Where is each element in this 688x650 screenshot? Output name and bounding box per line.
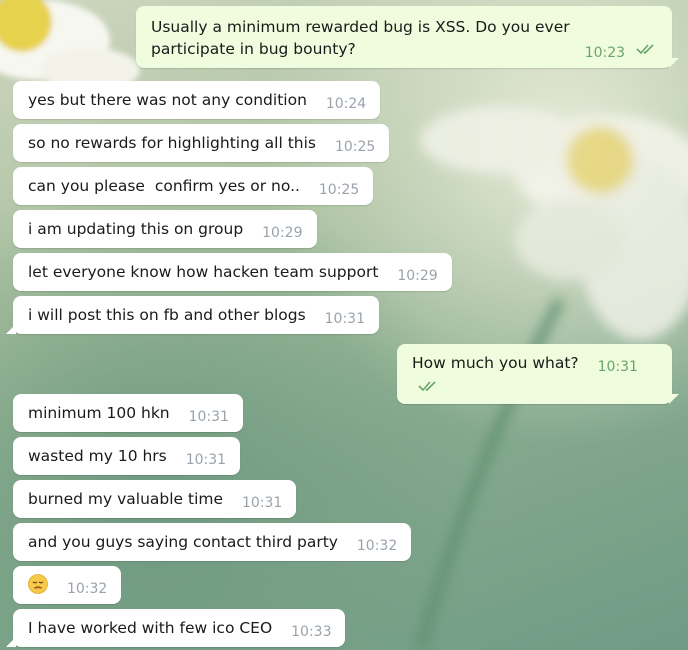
message-time: 10:31 xyxy=(188,409,229,425)
message-time: 10:32 xyxy=(66,581,108,597)
message-text: can you please confirm yes or no.. xyxy=(28,177,300,195)
message-text: i will post this on fb and other blogs xyxy=(28,306,306,324)
message-text: wasted my 10 hrs xyxy=(28,447,167,465)
message-time: 10:29 xyxy=(262,225,303,241)
incoming-message[interactable]: minimum 100 hkn 10:31 xyxy=(13,394,243,432)
double-check-icon xyxy=(418,381,436,392)
incoming-message[interactable]: i am updating this on group 10:29 xyxy=(13,210,317,248)
message-time: 10:31 xyxy=(324,311,365,327)
message-text: yes but there was not any condition xyxy=(28,91,307,109)
message-time: 10:29 xyxy=(397,268,438,284)
double-check-icon xyxy=(636,44,654,55)
message-text: let everyone know how hacken team suppor… xyxy=(28,263,379,281)
message-time: 10:32 xyxy=(356,538,398,554)
incoming-message[interactable]: 10:32 xyxy=(13,566,122,604)
message-text: burned my valuable time xyxy=(28,490,224,508)
incoming-message[interactable]: so no rewards for highlighting all this … xyxy=(13,124,390,162)
incoming-message[interactable]: can you please confirm yes or no.. 10:25 xyxy=(13,167,374,205)
incoming-message[interactable]: and you guys saying contact third party … xyxy=(13,523,412,561)
incoming-message[interactable]: wasted my 10 hrs 10:31 xyxy=(13,437,241,475)
message-time: 10:31 xyxy=(597,359,638,375)
incoming-message[interactable]: I have worked with few ico CEO 10:33 xyxy=(5,609,346,647)
message-text: so no rewards for highlighting all this xyxy=(28,134,317,152)
message-time: 10:33 xyxy=(291,624,332,640)
message-text: I have worked with few ico CEO xyxy=(28,619,273,637)
outgoing-message[interactable]: Usually a minimum rewarded bug is XSS. D… xyxy=(136,6,679,68)
incoming-message[interactable]: let everyone know how hacken team suppor… xyxy=(13,253,452,291)
message-text: i am updating this on group xyxy=(28,220,244,238)
message-time: 10:24 xyxy=(325,96,367,112)
message-text: Usually a minimum rewarded bug is XSS. D… xyxy=(151,18,570,58)
outgoing-message[interactable]: How much you what? 10:31 xyxy=(397,344,679,404)
message-time: 10:31 xyxy=(241,495,283,511)
incoming-message[interactable]: burned my valuable time 10:31 xyxy=(13,480,297,518)
incoming-message[interactable]: yes but there was not any condition 10:2… xyxy=(13,81,381,119)
message-text: and you guys saying contact third party xyxy=(28,533,338,551)
incoming-message[interactable]: i will post this on fb and other blogs 1… xyxy=(6,296,379,334)
disappointed-face-emoji xyxy=(28,574,48,594)
message-text: minimum 100 hkn xyxy=(28,404,170,422)
message-time: 10:31 xyxy=(185,452,227,468)
message-time: 10:25 xyxy=(334,139,376,155)
message-text: How much you what? xyxy=(412,354,579,372)
message-time: 10:23 xyxy=(584,45,626,61)
message-time: 10:25 xyxy=(318,182,360,198)
chat-history[interactable]: Usually a minimum rewarded bug is XSS. D… xyxy=(0,0,688,650)
